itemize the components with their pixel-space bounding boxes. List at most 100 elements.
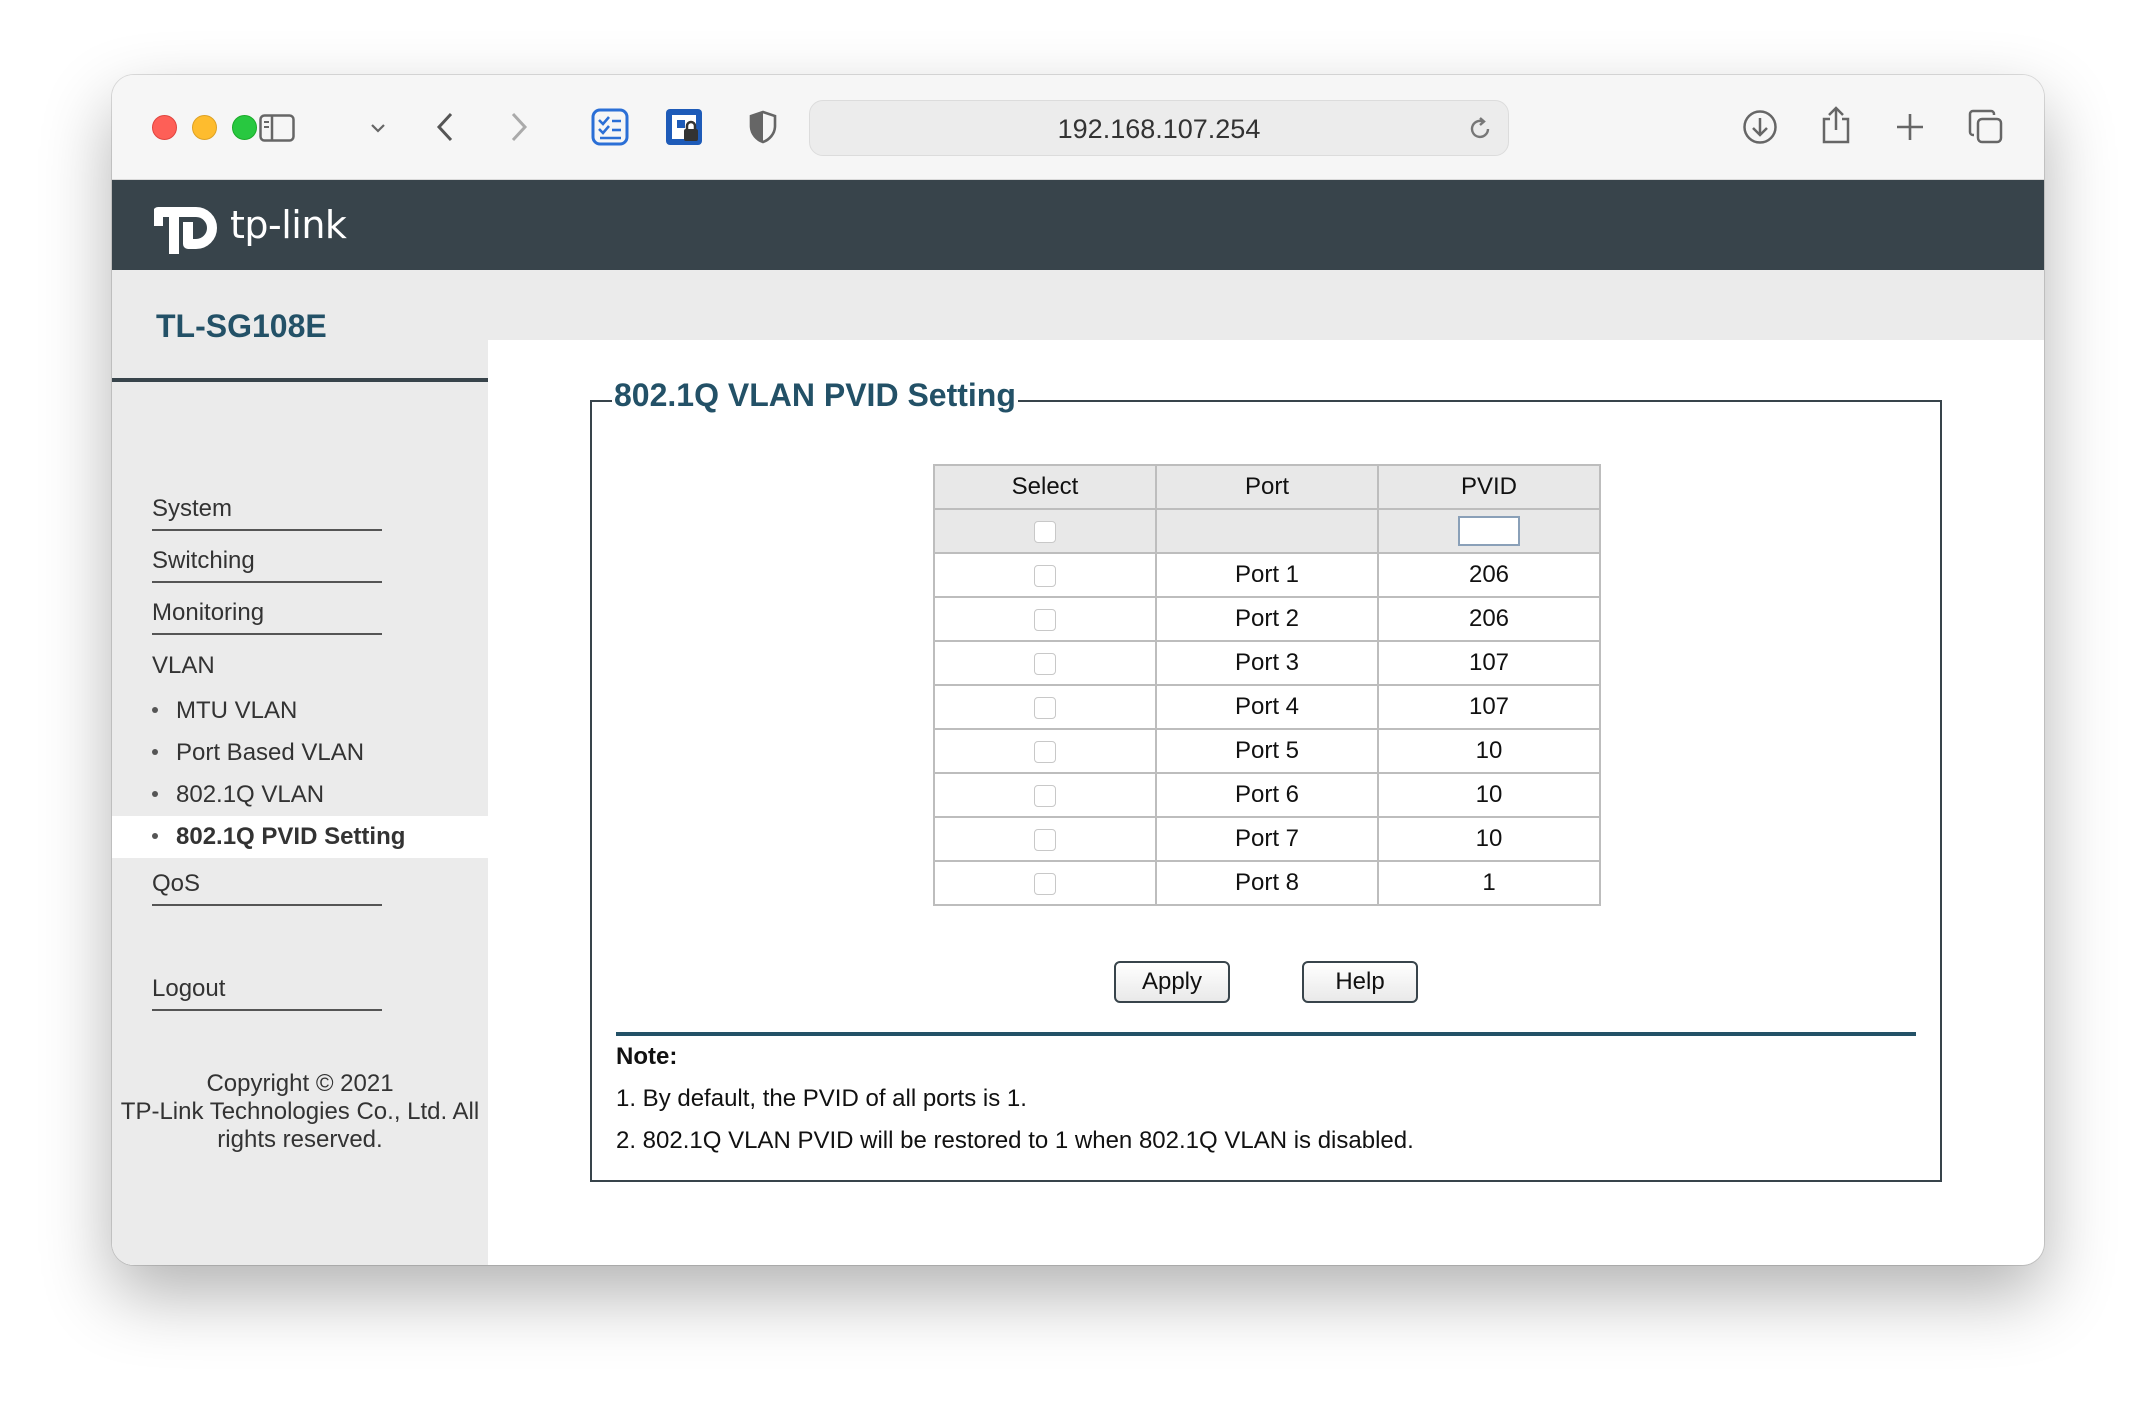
- bullet-icon: [152, 748, 158, 755]
- table-row: Port 8 1: [933, 860, 1601, 906]
- sidebar-toggle-icon[interactable]: [252, 103, 302, 153]
- select-cell: [933, 816, 1157, 862]
- tp-link-logo: tp-link: [154, 192, 347, 258]
- select-all-row: [933, 508, 1601, 554]
- minimize-window-button[interactable]: [192, 115, 217, 140]
- sidebar-item-system[interactable]: System: [152, 495, 382, 531]
- port-cell: Port 4: [1155, 684, 1379, 730]
- column-header-port: Port: [1155, 464, 1379, 510]
- select-cell: [933, 596, 1157, 642]
- copyright-text: Copyright © 2021 TP-Link Technologies Co…: [112, 1070, 488, 1154]
- sidebar-item-qos[interactable]: QoS: [152, 870, 382, 906]
- column-header-select: Select: [933, 464, 1157, 510]
- table-row: Port 5 10: [933, 728, 1601, 774]
- copyright-line: rights reserved.: [217, 1126, 383, 1153]
- port-5-checkbox[interactable]: [1034, 740, 1056, 763]
- model-name: TL-SG108E: [156, 308, 327, 344]
- sidebar-subitem-8021q-vlan[interactable]: 802.1Q VLAN: [112, 774, 488, 816]
- note-item: 2. 802.1Q VLAN PVID will be restored to …: [616, 1127, 1414, 1154]
- select-cell: [933, 728, 1157, 774]
- pvid-cell: 1: [1377, 860, 1601, 906]
- port-cell: Port 1: [1155, 552, 1379, 598]
- sidebar-subitem-8021q-pvid-setting[interactable]: 802.1Q PVID Setting: [112, 816, 488, 858]
- table-row: Port 1 206: [933, 552, 1601, 598]
- sidebar-subitem-label: 802.1Q VLAN: [176, 781, 325, 808]
- chevron-down-icon[interactable]: [366, 113, 390, 143]
- table-row: Port 3 107: [933, 640, 1601, 686]
- bullet-icon: [152, 790, 158, 797]
- note-item: 1. By default, the PVID of all ports is …: [616, 1085, 1027, 1112]
- blank-cell: [1155, 508, 1379, 554]
- reload-icon[interactable]: [1466, 115, 1494, 148]
- select-all-checkbox[interactable]: [1034, 520, 1056, 543]
- privacy-shield-icon[interactable]: [746, 107, 780, 147]
- new-tab-plus-icon[interactable]: [1890, 107, 1930, 147]
- select-cell: [933, 640, 1157, 686]
- pvid-cell: 107: [1377, 684, 1601, 730]
- sidebar-item-logout[interactable]: Logout: [152, 975, 382, 1011]
- close-window-button[interactable]: [152, 115, 177, 140]
- pvid-table: Select Port PVID Port 1 206 Port 2 206 P…: [933, 464, 1601, 906]
- port-cell: Port 8: [1155, 860, 1379, 906]
- pvid-cell: 10: [1377, 816, 1601, 862]
- bullet-icon: [152, 706, 158, 713]
- sidebar-subitem-label: Port Based VLAN: [176, 739, 365, 766]
- brand-header: tp-link: [112, 180, 2044, 270]
- help-button[interactable]: Help: [1302, 961, 1418, 1003]
- sidebar: TL-SG108E System Switching Monitoring VL…: [112, 270, 488, 1265]
- select-cell: [933, 684, 1157, 730]
- port-4-checkbox[interactable]: [1034, 696, 1056, 719]
- copyright-line: TP-Link Technologies Co., Ltd. All: [120, 1098, 480, 1125]
- address-bar[interactable]: 192.168.107.254: [809, 100, 1509, 156]
- forward-icon[interactable]: [504, 107, 534, 147]
- note-title: Note:: [616, 1043, 678, 1070]
- select-cell: [933, 552, 1157, 598]
- select-all-cell: [933, 508, 1157, 554]
- sidebar-subitem-label: MTU VLAN: [176, 697, 298, 724]
- pvid-input-cell: [1377, 508, 1601, 554]
- page-title: 802.1Q VLAN PVID Setting: [612, 377, 1018, 414]
- url-text: 192.168.107.254: [1057, 114, 1261, 144]
- browser-window: 192.168.107.254 tp-link TL-SG108E System…: [112, 75, 2044, 1265]
- select-cell: [933, 860, 1157, 906]
- pvid-cell: 10: [1377, 772, 1601, 818]
- port-6-checkbox[interactable]: [1034, 784, 1056, 807]
- logo-text: tp-link: [230, 203, 347, 247]
- password-lock-extension-icon[interactable]: [664, 107, 704, 147]
- table-row: Port 4 107: [933, 684, 1601, 730]
- model-divider: [112, 378, 488, 382]
- port-7-checkbox[interactable]: [1034, 828, 1056, 851]
- checklist-extension-icon[interactable]: [590, 107, 630, 147]
- sidebar-item-monitoring[interactable]: Monitoring: [152, 599, 382, 635]
- port-2-checkbox[interactable]: [1034, 608, 1056, 631]
- browser-toolbar: 192.168.107.254: [112, 75, 2044, 180]
- apply-button[interactable]: Apply: [1114, 961, 1230, 1003]
- column-header-pvid: PVID: [1377, 464, 1601, 510]
- select-cell: [933, 772, 1157, 818]
- tab-overview-icon[interactable]: [1966, 107, 2006, 147]
- tp-link-mark-icon: [154, 207, 217, 254]
- table-row: Port 6 10: [933, 772, 1601, 818]
- sidebar-subitem-label: 802.1Q PVID Setting: [176, 823, 406, 850]
- table-header-row: Select Port PVID: [933, 464, 1601, 510]
- bullet-icon: [152, 832, 158, 839]
- sidebar-item-switching[interactable]: Switching: [152, 547, 382, 583]
- port-cell: Port 2: [1155, 596, 1379, 642]
- port-cell: Port 5: [1155, 728, 1379, 774]
- port-cell: Port 6: [1155, 772, 1379, 818]
- port-8-checkbox[interactable]: [1034, 872, 1056, 895]
- note-divider: [616, 1032, 1916, 1036]
- pvid-cell: 206: [1377, 552, 1601, 598]
- port-cell: Port 3: [1155, 640, 1379, 686]
- sidebar-subitem-port-based-vlan[interactable]: Port Based VLAN: [112, 732, 488, 774]
- port-1-checkbox[interactable]: [1034, 564, 1056, 587]
- pvid-cell: 10: [1377, 728, 1601, 774]
- back-icon[interactable]: [430, 107, 460, 147]
- pvid-input[interactable]: [1458, 516, 1520, 546]
- share-icon[interactable]: [1816, 101, 1856, 149]
- sidebar-subitem-mtu-vlan[interactable]: MTU VLAN: [112, 690, 488, 732]
- download-icon[interactable]: [1740, 107, 1780, 147]
- sidebar-item-vlan[interactable]: VLAN: [152, 652, 215, 680]
- port-3-checkbox[interactable]: [1034, 652, 1056, 675]
- pvid-cell: 206: [1377, 596, 1601, 642]
